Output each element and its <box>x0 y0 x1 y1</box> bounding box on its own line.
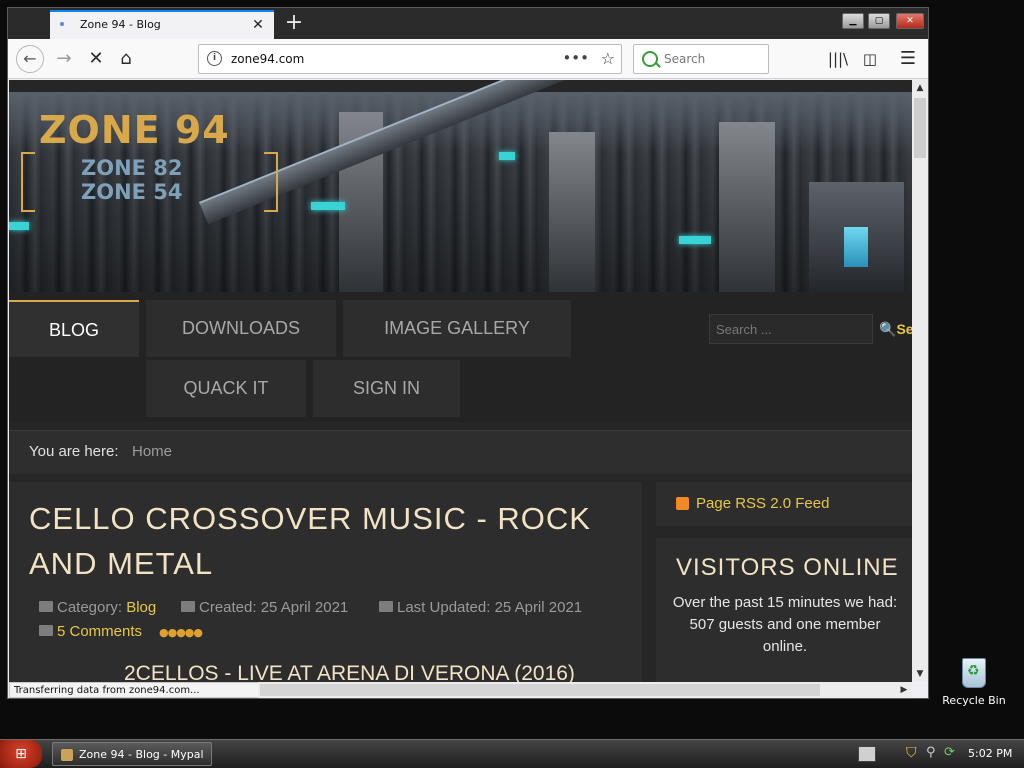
tab-bar: Zone 94 - Blog ✕ + ▁ ▢ ✕ <box>8 8 928 39</box>
site-main-menu: BLOG DOWNLOADS IMAGE GALLERY QUACK IT SI… <box>9 292 912 422</box>
visitors-text: Over the past 15 minutes we had: 507 gue… <box>672 594 898 655</box>
menu-item-sign-in[interactable]: SIGN IN <box>313 360 460 417</box>
article-title[interactable]: CELLO CROSSOVER MUSIC - ROCK AND METAL <box>29 496 629 586</box>
menu-item-blog[interactable]: BLOG <box>9 300 139 357</box>
rss-feed-link[interactable]: Page RSS 2.0 Feed <box>656 482 912 526</box>
site-search-button[interactable]: 🔍Se <box>875 314 912 344</box>
article-updated: Last Updated: 25 April 2021 <box>379 599 582 616</box>
breadcrumb-label: You are here: <box>29 443 119 460</box>
site-logo-subtitle-2: ZONE 54 <box>81 180 183 204</box>
browser-window: Zone 94 - Blog ✕ + ▁ ▢ ✕ ← → ✕ ⌂ i zone9… <box>7 7 929 699</box>
tab-zone94-blog[interactable]: Zone 94 - Blog ✕ <box>50 10 274 39</box>
site-info-icon[interactable]: i <box>207 51 222 66</box>
site-search-button-label: Se <box>896 321 912 337</box>
vertical-scroll-thumb[interactable] <box>914 98 926 158</box>
visitors-online-widget: VISITORS ONLINE Over the past 15 minutes… <box>656 538 912 682</box>
back-button[interactable]: ← <box>16 45 44 73</box>
minimize-button[interactable]: ▁ <box>842 13 864 29</box>
calendar-icon <box>181 601 195 612</box>
breadcrumb: You are here: Home <box>9 430 912 474</box>
hamburger-menu-icon[interactable]: ☰ <box>894 45 922 73</box>
menu-item-downloads[interactable]: DOWNLOADS <box>146 300 336 357</box>
bookmark-star-icon[interactable]: ☆ <box>601 49 615 68</box>
page-viewport: ZONE 94 ZONE 82 ZONE 54 BLOG DOWNLOADS I… <box>9 80 912 682</box>
calendar-icon <box>379 601 393 612</box>
video-heading: 2CELLOS - LIVE AT ARENA DI VERONA (2016) <box>124 662 575 682</box>
created-date: Created: 25 April 2021 <box>199 599 349 616</box>
url-text[interactable]: zone94.com <box>231 52 304 66</box>
updated-date: Last Updated: 25 April 2021 <box>397 599 583 616</box>
navigation-toolbar: ← → ✕ ⌂ i zone94.com ••• ☆ Search |||\ ◫… <box>8 39 928 79</box>
new-tab-button[interactable]: + <box>282 9 306 37</box>
stop-loading-button[interactable]: ✕ <box>82 45 110 73</box>
keyboard-icon[interactable] <box>858 746 876 762</box>
article-category: Category: Blog <box>39 599 156 616</box>
recycle-bin-desktop-icon[interactable]: Recycle Bin <box>942 656 1006 716</box>
horizontal-scrollbar[interactable]: ▶ <box>258 682 912 698</box>
address-bar[interactable]: i zone94.com ••• ☆ <box>198 44 622 74</box>
rss-icon <box>676 497 689 510</box>
security-shield-icon[interactable]: ⛉ <box>906 745 917 761</box>
taskbar-item-browser[interactable]: Zone 94 - Blog - Mypal <box>52 742 212 766</box>
system-clock[interactable]: 5:02 PM <box>968 747 1012 760</box>
taskbar-item-label: Zone 94 - Blog - Mypal <box>79 748 204 761</box>
network-icon[interactable]: ⚲ <box>926 745 936 760</box>
article-comments[interactable]: 5 Comments <box>39 623 142 640</box>
library-icon[interactable]: |||\ <box>824 45 852 73</box>
rating-stars-icon[interactable]: ●●●●● <box>159 626 203 639</box>
forward-button[interactable]: → <box>50 45 78 73</box>
update-icon[interactable]: ⟳ <box>944 745 955 760</box>
scroll-right-icon[interactable]: ▶ <box>896 682 912 698</box>
browser-app-icon <box>61 749 73 761</box>
search-engine-icon[interactable] <box>642 51 658 67</box>
browser-search-box[interactable]: Search <box>633 44 769 74</box>
site-header-banner: ZONE 94 ZONE 82 ZONE 54 <box>9 80 912 292</box>
breadcrumb-home[interactable]: Home <box>132 431 172 473</box>
category-link[interactable]: Blog <box>126 599 156 616</box>
sidebar-toggle-icon[interactable]: ◫ <box>856 45 884 73</box>
scroll-up-icon[interactable]: ▲ <box>912 80 928 96</box>
site-logo-title[interactable]: ZONE 94 <box>39 108 230 152</box>
menu-item-quack-it[interactable]: QUACK IT <box>146 360 306 417</box>
site-logo-subtitle-1: ZONE 82 <box>81 156 183 180</box>
close-tab-icon[interactable]: ✕ <box>248 15 268 35</box>
status-bar: Transferring data from zone94.com... <box>9 682 259 698</box>
scroll-down-icon[interactable]: ▼ <box>912 666 928 682</box>
taskbar: ⊞ Zone 94 - Blog - Mypal ⛉ ⚲ ⟳ 5:02 PM <box>0 739 1024 768</box>
recycle-bin-icon <box>962 658 986 688</box>
visitors-title: VISITORS ONLINE <box>676 554 899 581</box>
site-search-input[interactable]: Search ... <box>709 314 873 344</box>
maximize-button[interactable]: ▢ <box>868 13 890 29</box>
comments-link[interactable]: 5 Comments <box>57 623 142 640</box>
vertical-scrollbar[interactable]: ▲ ▼ <box>912 80 928 682</box>
category-label: Category: <box>57 599 123 616</box>
loading-indicator-icon <box>60 22 64 26</box>
home-button[interactable]: ⌂ <box>112 45 140 73</box>
article-created: Created: 25 April 2021 <box>181 599 348 616</box>
browser-search-placeholder[interactable]: Search <box>664 52 705 66</box>
page-actions-icon[interactable]: ••• <box>562 49 589 67</box>
menu-item-image-gallery[interactable]: IMAGE GALLERY <box>343 300 571 357</box>
comment-icon <box>39 625 53 636</box>
folder-icon <box>39 601 53 612</box>
horizontal-scroll-thumb[interactable] <box>260 684 820 696</box>
rss-feed-label[interactable]: Page RSS 2.0 Feed <box>696 482 829 526</box>
tab-title: Zone 94 - Blog <box>80 18 161 31</box>
article-panel: CELLO CROSSOVER MUSIC - ROCK AND METAL C… <box>9 482 642 682</box>
recycle-bin-label: Recycle Bin <box>942 694 1006 707</box>
start-button[interactable]: ⊞ <box>0 740 42 768</box>
close-window-button[interactable]: ✕ <box>896 13 924 29</box>
